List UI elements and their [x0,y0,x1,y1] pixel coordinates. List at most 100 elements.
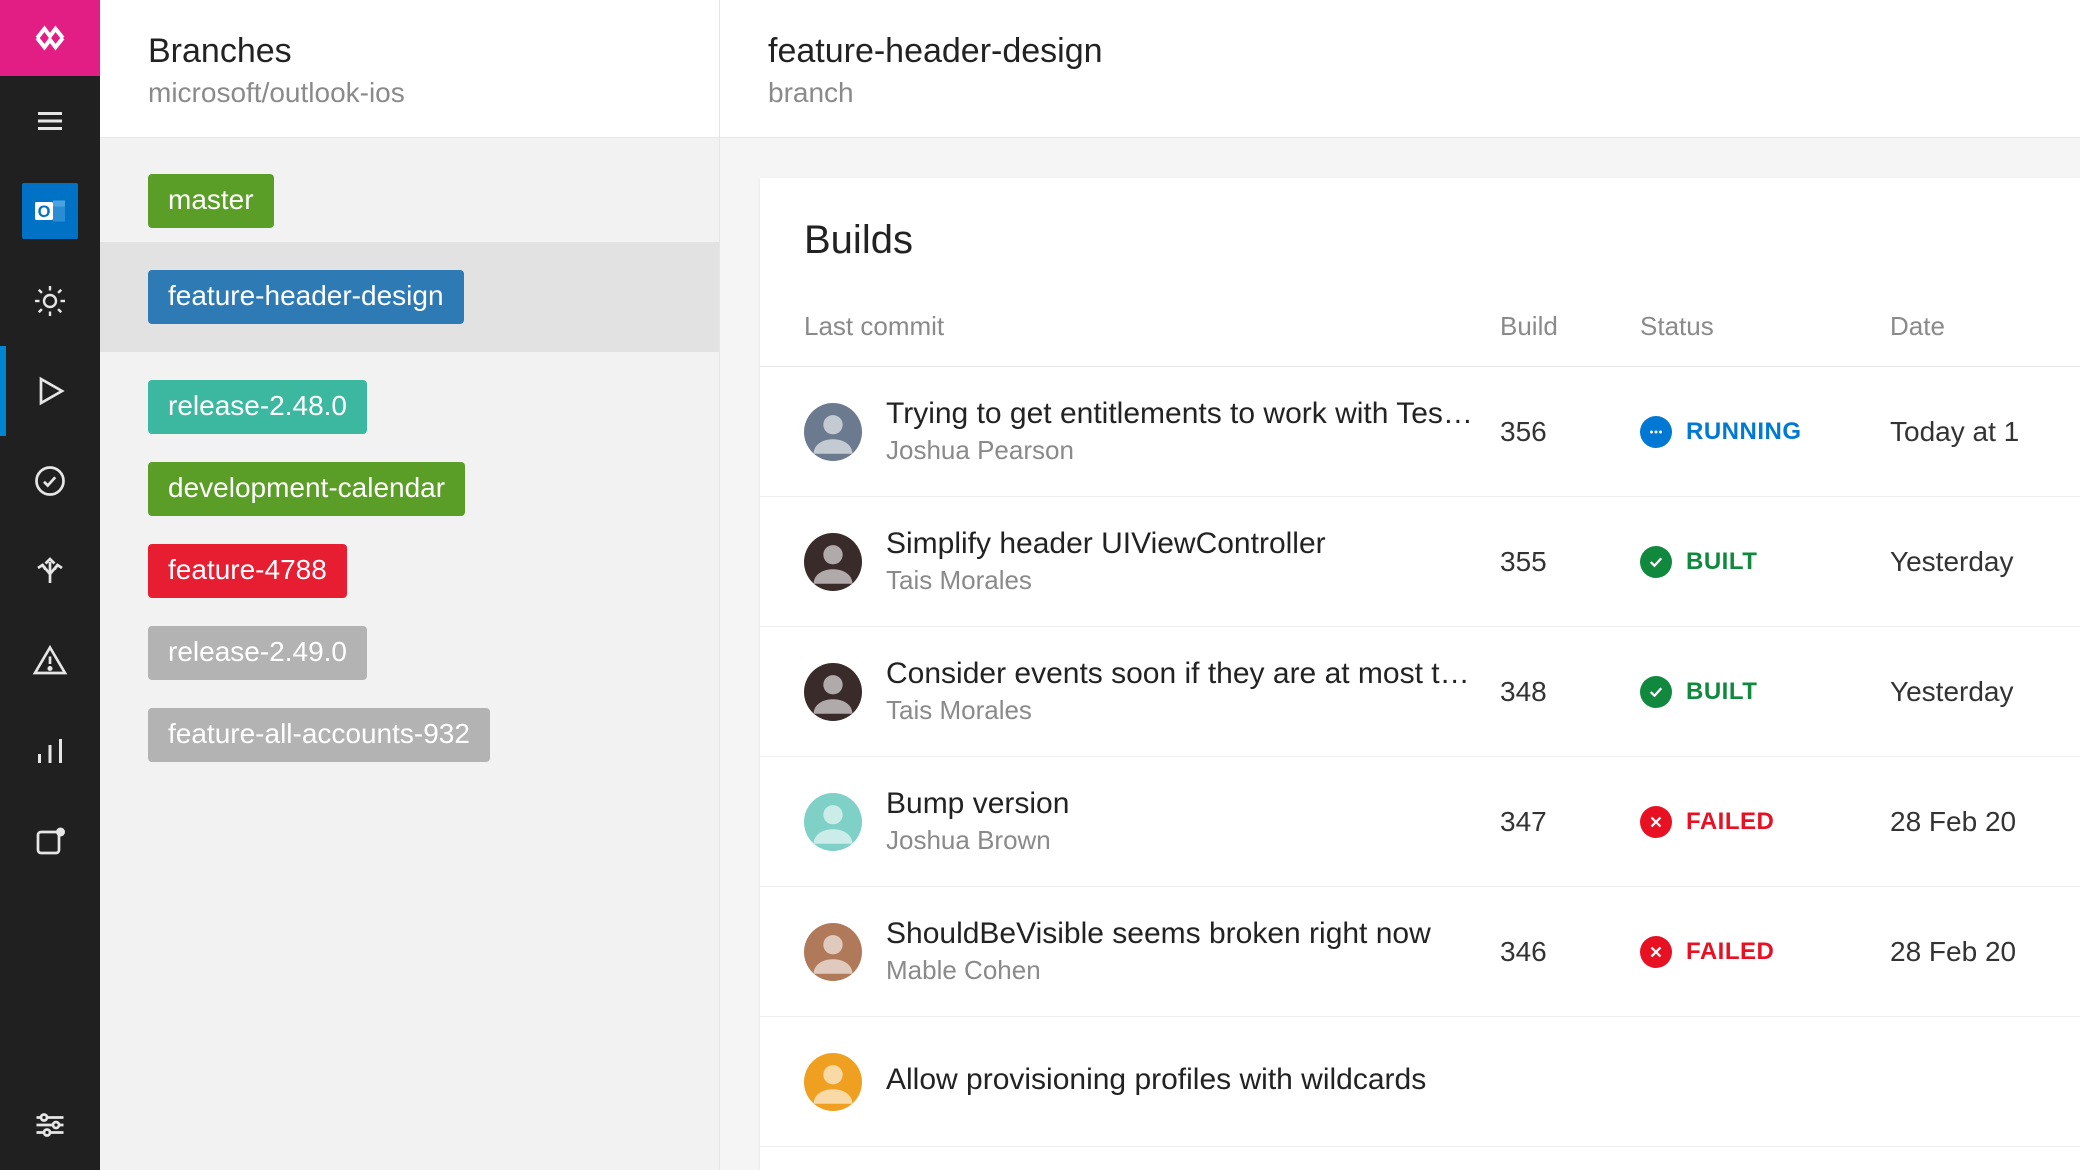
builds-card-title: Builds [760,218,2080,291]
status-text: RUNNING [1686,418,1802,446]
build-row[interactable]: Allow provisioning profiles with wildcar… [760,1017,2080,1147]
status-built-icon [1640,676,1672,708]
commit-title: Trying to get entitlements to work with … [886,397,1480,431]
build-number: 346 [1500,887,1640,1017]
build-date: 28 Feb 20 [1890,757,2080,887]
build-date: 28 Feb 20 [1890,887,2080,1017]
warning-triangle-icon [32,643,68,679]
build-row[interactable]: Consider events soon if they are at most… [760,627,2080,757]
app-outlook-icon: O [22,183,78,239]
menu-icon [32,103,68,139]
page-title: feature-header-design [768,32,2032,71]
build-number: 355 [1500,497,1640,627]
nav-brightness[interactable] [0,256,100,346]
branch-pill: release-2.49.0 [148,626,367,680]
avatar [804,403,862,461]
status-built-icon [1640,546,1672,578]
build-number: 347 [1500,757,1640,887]
analytics-bars-icon [32,733,68,769]
build-row[interactable]: Trying to get entitlements to work with … [760,367,2080,497]
commit-author: Mable Cohen [886,955,1431,986]
branch-item[interactable]: feature-4788 [100,544,719,598]
main: feature-header-design branch Builds Last… [720,0,2080,1170]
branches-title: Branches [148,32,671,71]
build-date [1890,1017,2080,1147]
nav-distribute[interactable] [0,526,100,616]
check-circle-icon [32,463,68,499]
avatar [804,1053,862,1111]
commit-title: ShouldBeVisible seems broken right now [886,917,1431,951]
nav-build[interactable] [0,346,100,436]
commit-author: Tais Morales [886,565,1326,596]
branch-fork-icon [32,553,68,589]
nav-analytics[interactable] [0,706,100,796]
col-header-date: Date [1890,291,2080,367]
status-text: FAILED [1686,938,1774,966]
branch-list: master feature-header-design release-2.48.… [100,138,719,826]
nav-rail: O [0,0,100,1170]
status-badge: BUILT [1640,676,1757,708]
commit-title: Consider events soon if they are at most… [886,657,1480,691]
avatar [804,533,862,591]
builds-card: Builds Last commit Build Status Date Try… [760,178,2080,1170]
status-badge: FAILED [1640,806,1774,838]
commit-title: Allow provisioning profiles with wildcar… [886,1063,1426,1097]
nav-crashes[interactable] [0,616,100,706]
avatar [804,923,862,981]
svg-text:O: O [38,203,51,221]
page-subtitle: branch [768,77,2032,109]
branches-header: Branches microsoft/outlook-ios [100,0,719,138]
commit-author: Tais Morales [886,695,1480,726]
build-row[interactable]: Simplify header UIViewController Tais Mor… [760,497,2080,627]
status-failed-icon [1640,806,1672,838]
build-date: Yesterday [1890,497,2080,627]
settings-sliders-icon [32,1107,68,1143]
branch-item[interactable]: master [100,174,719,228]
repo-path: microsoft/outlook-ios [148,77,671,109]
brightness-icon [32,283,68,319]
col-header-commit: Last commit [760,291,1500,367]
build-date: Today at 1 [1890,367,2080,497]
build-play-icon [32,373,68,409]
branch-item[interactable]: feature-all-accounts-932 [100,708,719,762]
nav-events[interactable] [0,796,100,886]
build-row[interactable]: ShouldBeVisible seems broken right now Ma… [760,887,2080,1017]
branches-panel: Branches microsoft/outlook-ios master fea… [100,0,720,1170]
commit-title: Bump version [886,787,1069,821]
notification-badge-icon [32,823,68,859]
status-running-icon [1640,416,1672,448]
avatar [804,663,862,721]
status-badge: RUNNING [1640,416,1802,448]
status-text: FAILED [1686,808,1774,836]
builds-table: Last commit Build Status Date Trying to … [760,291,2080,1147]
status-failed-icon [1640,936,1672,968]
status-text: BUILT [1686,678,1757,706]
nav-app-outlook[interactable]: O [0,166,100,256]
branch-pill: feature-4788 [148,544,347,598]
app-logo[interactable] [0,0,100,76]
branch-item[interactable]: release-2.49.0 [100,626,719,680]
branch-pill: feature-all-accounts-932 [148,708,490,762]
col-header-status: Status [1640,291,1890,367]
branch-item[interactable]: feature-header-design [100,242,719,352]
branch-pill: release-2.48.0 [148,380,367,434]
status-badge: BUILT [1640,546,1757,578]
commit-title: Simplify header UIViewController [886,527,1326,561]
col-header-build: Build [1500,291,1640,367]
branch-pill: master [148,174,274,228]
build-number: 348 [1500,627,1640,757]
avatar [804,793,862,851]
build-number: 356 [1500,367,1640,497]
status-text: BUILT [1686,548,1757,576]
nav-test[interactable] [0,436,100,526]
branch-pill: feature-header-design [148,270,464,324]
branch-item[interactable]: release-2.48.0 [100,380,719,434]
logo-icon [28,16,72,60]
build-row[interactable]: Bump versionJoshua Brown347FAILED28 Feb … [760,757,2080,887]
build-date: Yesterday [1890,627,2080,757]
nav-settings[interactable] [0,1080,100,1170]
branch-pill: development-calendar [148,462,465,516]
nav-menu[interactable] [0,76,100,166]
commit-author: Joshua Pearson [886,435,1480,466]
branch-item[interactable]: development-calendar [100,462,719,516]
